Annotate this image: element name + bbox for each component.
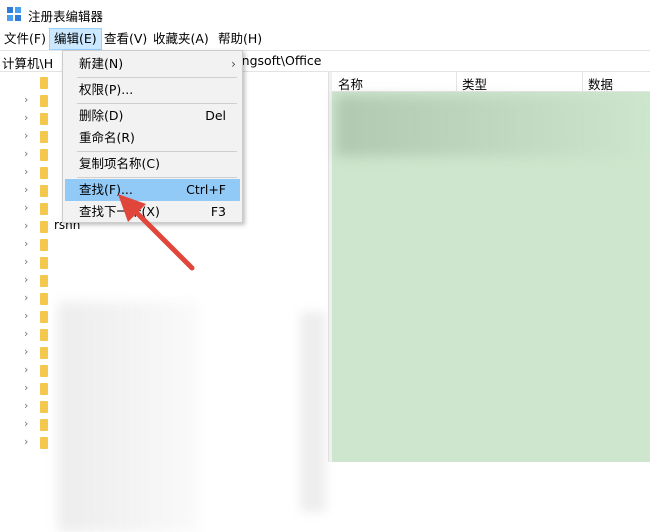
folder-icon <box>40 113 48 125</box>
folder-icon <box>40 419 48 431</box>
menu-item-copy-key-name[interactable]: 复制项名称(C) <box>65 153 240 175</box>
folder-icon <box>40 131 48 143</box>
chevron-right-icon[interactable]: › <box>24 346 34 358</box>
folder-icon <box>40 293 48 305</box>
menu-favorites[interactable]: 收藏夹(A) <box>149 28 213 50</box>
blurred-region <box>300 312 326 512</box>
chevron-right-icon[interactable]: › <box>24 220 34 232</box>
tree-row[interactable]: › <box>0 272 328 290</box>
menu-bar: 文件(F) 编辑(E) 查看(V) 收藏夹(A) 帮助(H) <box>0 28 650 50</box>
chevron-right-icon[interactable]: › <box>24 364 34 376</box>
menu-item-label: 重命名(R) <box>79 130 135 145</box>
menu-item-label: 查找下一个(X) <box>79 204 160 219</box>
menu-item-label: 权限(P)... <box>79 82 134 97</box>
menu-item-shortcut: F3 <box>210 204 226 219</box>
column-data[interactable]: 数据 <box>588 74 613 93</box>
folder-icon <box>40 185 48 197</box>
column-type[interactable]: 类型 <box>462 74 487 93</box>
column-divider[interactable] <box>456 72 457 92</box>
chevron-right-icon[interactable]: › <box>24 310 34 322</box>
folder-icon <box>40 347 48 359</box>
menu-file[interactable]: 文件(F) <box>0 28 50 50</box>
chevron-right-icon[interactable]: › <box>24 166 34 178</box>
values-list[interactable]: 名称 类型 数据 <box>332 72 650 462</box>
menu-item-permissions[interactable]: 权限(P)... <box>65 79 240 101</box>
menu-view[interactable]: 查看(V) <box>100 28 151 50</box>
blurred-region <box>336 96 636 156</box>
folder-icon <box>40 311 48 323</box>
title-bar: 注册表编辑器 <box>0 0 650 28</box>
menu-item-new[interactable]: 新建(N) › <box>65 53 240 75</box>
menu-separator <box>77 177 237 178</box>
folder-icon <box>40 329 48 341</box>
folder-icon <box>40 437 48 449</box>
chevron-right-icon[interactable]: › <box>24 274 34 286</box>
menu-separator <box>77 77 237 78</box>
chevron-right-icon[interactable]: › <box>24 382 34 394</box>
folder-icon <box>40 77 48 89</box>
tree-row[interactable]: › <box>0 254 328 272</box>
folder-icon <box>40 149 48 161</box>
folder-icon <box>40 221 48 233</box>
chevron-right-icon[interactable]: › <box>24 238 34 250</box>
menu-edit[interactable]: 编辑(E) <box>49 28 102 50</box>
menu-help[interactable]: 帮助(H) <box>214 28 266 50</box>
menu-item-find-next[interactable]: 查找下一个(X) F3 <box>65 201 240 223</box>
chevron-right-icon[interactable]: › <box>24 184 34 196</box>
column-name[interactable]: 名称 <box>338 74 363 93</box>
chevron-right-icon[interactable]: › <box>24 400 34 412</box>
folder-icon <box>40 401 48 413</box>
menu-item-label: 删除(D) <box>79 108 124 123</box>
folder-icon <box>40 275 48 287</box>
chevron-right-icon[interactable]: › <box>24 202 34 214</box>
chevron-right-icon[interactable]: › <box>24 148 34 160</box>
menu-item-find[interactable]: 查找(F)... Ctrl+F <box>65 179 240 201</box>
folder-icon <box>40 167 48 179</box>
chevron-right-icon[interactable]: › <box>24 112 34 124</box>
column-divider[interactable] <box>582 72 583 92</box>
menu-item-shortcut: Del <box>205 108 226 123</box>
folder-icon <box>40 383 48 395</box>
list-body[interactable] <box>332 92 650 462</box>
list-header: 名称 类型 数据 <box>332 72 650 92</box>
menu-item-label: 查找(F)... <box>79 182 133 197</box>
blurred-region <box>58 302 198 532</box>
chevron-right-icon[interactable]: › <box>24 94 34 106</box>
menu-item-delete[interactable]: 删除(D) Del <box>65 105 240 127</box>
chevron-right-icon[interactable]: › <box>24 292 34 304</box>
menu-separator <box>77 103 237 104</box>
folder-icon <box>40 365 48 377</box>
chevron-right-icon[interactable]: › <box>24 418 34 430</box>
edit-menu-dropdown: 新建(N) › 权限(P)... 删除(D) Del 重命名(R) 复制项名称(… <box>62 50 243 223</box>
menu-item-rename[interactable]: 重命名(R) <box>65 127 240 149</box>
chevron-right-icon[interactable]: › <box>24 436 34 448</box>
folder-icon <box>40 239 48 251</box>
folder-icon <box>40 257 48 269</box>
menu-item-shortcut: Ctrl+F <box>186 182 226 197</box>
tree-row[interactable]: › <box>0 236 328 254</box>
menu-item-label: 新建(N) <box>79 56 124 71</box>
menu-separator <box>77 151 237 152</box>
address-path-start: 计算机\H <box>2 56 54 71</box>
folder-icon <box>40 203 48 215</box>
registry-editor-icon <box>7 7 21 21</box>
chevron-right-icon[interactable]: › <box>24 130 34 142</box>
folder-icon <box>40 95 48 107</box>
submenu-arrow-icon: › <box>231 56 236 71</box>
menu-item-label: 复制项名称(C) <box>79 156 160 171</box>
address-path-end: Kingsoft\Office <box>230 53 322 68</box>
chevron-right-icon[interactable]: › <box>24 256 34 268</box>
window-title: 注册表编辑器 <box>28 9 104 24</box>
chevron-right-icon[interactable]: › <box>24 328 34 340</box>
